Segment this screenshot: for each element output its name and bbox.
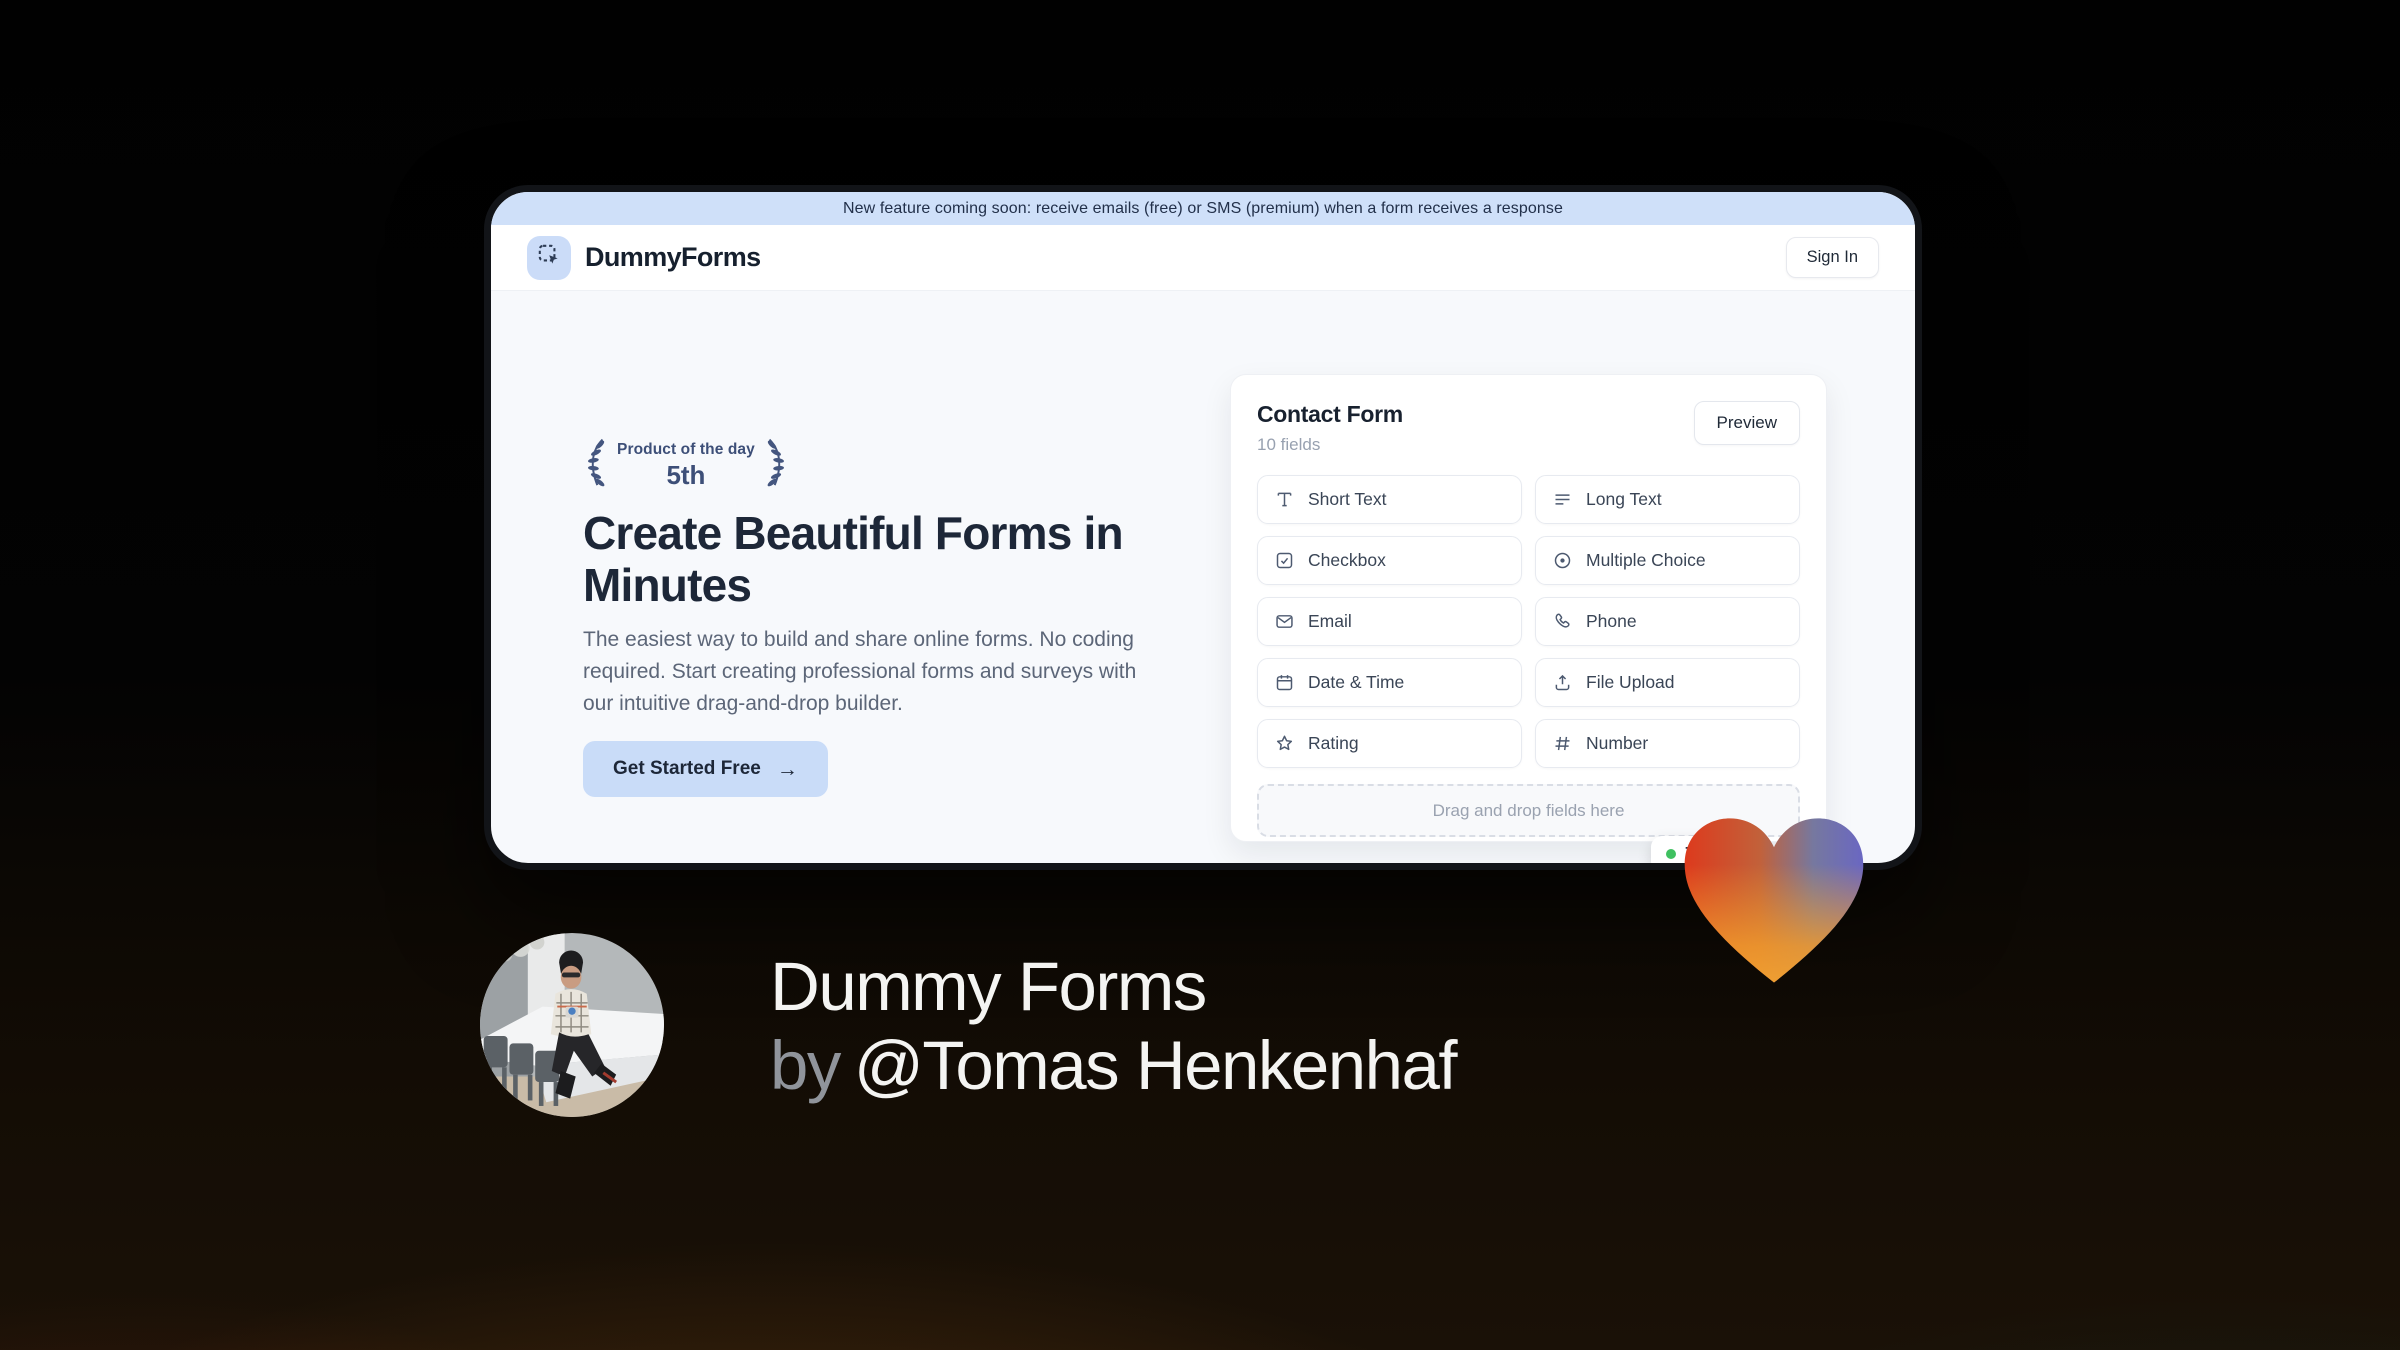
browser-window-mockup: New feature coming soon: receive emails …: [484, 185, 1922, 870]
field-label: Email: [1308, 611, 1352, 631]
avatar: [480, 933, 664, 1117]
field-count: 10 fields: [1257, 435, 1321, 454]
dashed-selection-cursor-icon: [536, 242, 562, 273]
field-label: Short Text: [1308, 489, 1387, 509]
gradient-heart-icon: [1678, 810, 1870, 990]
field-label: Rating: [1308, 733, 1359, 753]
calendar-icon: [1274, 672, 1295, 693]
cta-label: Get Started Free: [613, 758, 761, 779]
star-icon: [1274, 733, 1295, 754]
byline-prefix: by: [770, 1026, 841, 1104]
sign-in-button[interactable]: Sign In: [1785, 237, 1879, 278]
announcement-banner: New feature coming soon: receive emails …: [491, 192, 1915, 225]
field-item-rating[interactable]: Rating: [1257, 719, 1522, 768]
pod-rank: 5th: [666, 459, 706, 490]
caption-title: Dummy Forms: [770, 948, 1207, 1025]
hero-title: Create Beautiful Forms in Minutes: [583, 507, 1124, 612]
form-title: Contact Form: [1257, 401, 1403, 427]
caption-byline: by @Tomas Henkenhaf: [770, 1026, 1458, 1106]
form-builder-card: Contact Form 10 fields Preview Short Tex…: [1230, 374, 1827, 842]
field-item-phone[interactable]: Phone: [1535, 597, 1800, 646]
field-label: Date & Time: [1308, 672, 1405, 692]
checkbox-icon: [1274, 550, 1295, 571]
field-item-long-text[interactable]: Long Text: [1535, 475, 1800, 524]
caption: Dummy Forms by @Tomas Henkenhaf: [770, 948, 1458, 1106]
lines-icon: [1552, 489, 1573, 510]
field-label: Checkbox: [1308, 550, 1386, 570]
pod-label: Product of the day: [617, 440, 755, 458]
field-label: Number: [1586, 733, 1649, 753]
byline-handle: @Tomas Henkenhaf: [853, 1026, 1458, 1104]
dropzone-text: Drag and drop fields here: [1432, 800, 1625, 820]
arrow-right-icon: →: [776, 757, 798, 781]
field-item-multiple-choice[interactable]: Multiple Choice: [1535, 536, 1800, 585]
field-label: Phone: [1586, 611, 1637, 631]
product-of-the-day-badge: Product of the day 5th: [583, 437, 789, 494]
field-item-email[interactable]: Email: [1257, 597, 1522, 646]
upload-icon: [1552, 672, 1573, 693]
preview-button[interactable]: Preview: [1693, 401, 1800, 445]
text-icon: [1274, 489, 1295, 510]
field-item-file-upload[interactable]: File Upload: [1535, 658, 1800, 707]
mail-icon: [1274, 611, 1295, 632]
hero-description: The easiest way to build and share onlin…: [583, 628, 1137, 715]
laurel-right-icon: [763, 437, 789, 494]
top-nav: DummyForms Sign In: [491, 225, 1915, 291]
field-label: File Upload: [1586, 672, 1675, 692]
green-dot-icon: [1666, 849, 1676, 859]
form-card-header: Contact Form 10 fields Preview: [1257, 401, 1800, 455]
announcement-text: New feature coming soon: receive emails …: [843, 199, 1563, 217]
laurel-left-icon: [583, 437, 609, 494]
product-of-the-day-text: Product of the day 5th: [617, 441, 755, 491]
brand-name: DummyForms: [585, 242, 761, 272]
field-item-date-time[interactable]: Date & Time: [1257, 658, 1522, 707]
phone-icon: [1552, 611, 1573, 632]
hash-icon: [1552, 733, 1573, 754]
field-label: Long Text: [1586, 489, 1662, 509]
field-item-short-text[interactable]: Short Text: [1257, 475, 1522, 524]
form-card-titles: Contact Form 10 fields: [1257, 401, 1403, 455]
field-label: Multiple Choice: [1586, 550, 1706, 570]
field-type-grid: Short Text Long Text Checkbox Multiple Choi…: [1257, 475, 1800, 768]
get-started-button[interactable]: Get Started Free →: [583, 741, 828, 797]
field-item-number[interactable]: Number: [1535, 719, 1800, 768]
field-item-checkbox[interactable]: Checkbox: [1257, 536, 1522, 585]
radio-icon: [1552, 550, 1573, 571]
brand-logo[interactable]: [527, 235, 571, 280]
